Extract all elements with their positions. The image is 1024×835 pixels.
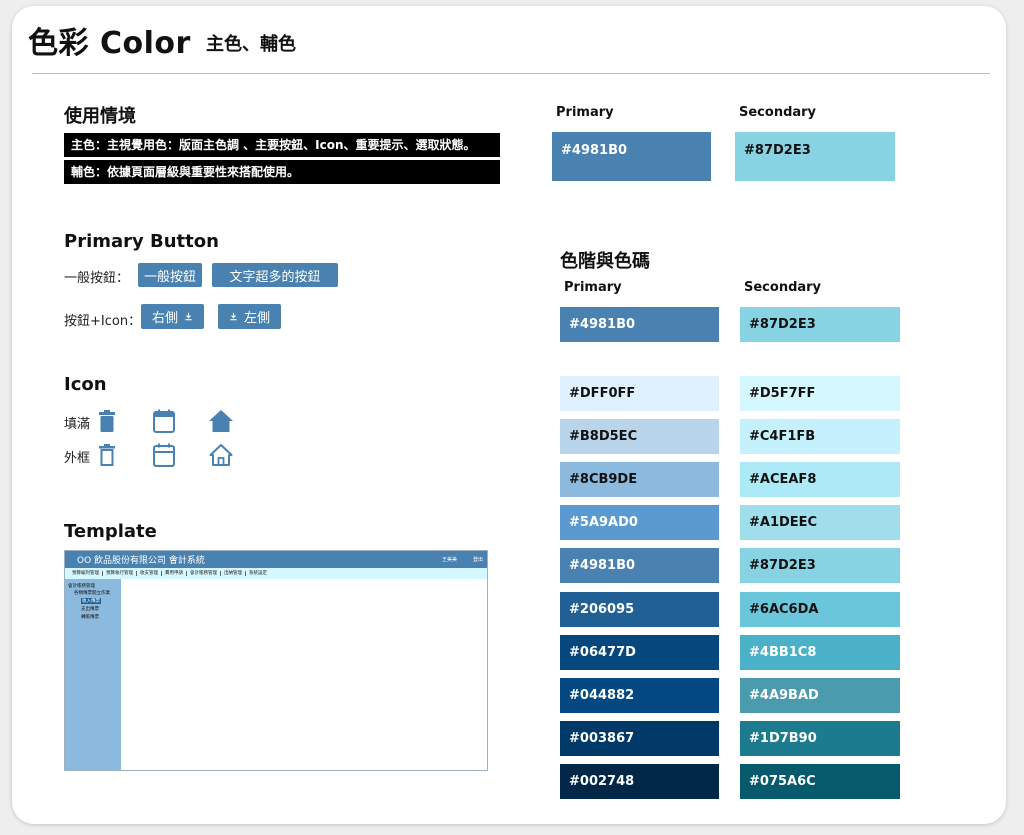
icon-button-label: 按鈕+Icon：: [64, 314, 142, 329]
download-right-button-text: 右側: [151, 311, 178, 326]
home-icon: [208, 409, 234, 433]
trash-icon: [97, 409, 117, 433]
calendar-icon: [152, 409, 176, 433]
page-subtitle: 主色、輔色: [206, 34, 296, 55]
usage-heading: 使用情境: [64, 106, 136, 127]
template-header-bar: OO 飲品股份有限公司 會計系統 王美美 登出: [65, 551, 487, 568]
primary-swatch: #206095: [560, 591, 719, 627]
secondary-swatch: #4A9BAD: [740, 677, 900, 713]
secondary-swatch: #6AC6DA: [740, 591, 900, 627]
filled-label: 填滿: [64, 417, 91, 432]
template-menu-bar: 預算編列管理 預算執行管理 收支管理 費用申請 會計帳務管理 出納管理 系統設定: [65, 568, 487, 579]
primary-swatch: #003867: [560, 720, 719, 756]
template-sidebar: 會計帳務管理 各類傳票開立作業 收入傳票 支出傳票 轉帳傳票: [65, 579, 121, 770]
template-menu-item: 費用申請: [162, 571, 187, 576]
normal-button-text: 一般按鈕: [143, 269, 196, 285]
trash-outline-icon: [97, 443, 117, 467]
download-icon: [184, 312, 193, 321]
main-primary-swatch: #4981B0: [552, 132, 711, 181]
secondary-swatch: #4BB1C8: [740, 634, 900, 670]
primary-swatch: #044882: [560, 677, 719, 713]
primary-button-heading: Primary Button: [64, 231, 219, 252]
template-logout: 登出: [472, 557, 483, 563]
template-menu-item: 收支管理: [137, 571, 162, 576]
download-icon: [229, 312, 238, 321]
primary-swatch: #B8D5EC: [560, 419, 719, 455]
scale-secondary-base-swatch: #87D2E3: [740, 307, 900, 342]
scale-secondary-label: Secondary: [744, 280, 822, 295]
primary-swatch: #DFF0FF: [560, 376, 719, 411]
secondary-swatch: #ACEAF8: [740, 462, 900, 498]
long-text-button[interactable]: 文字超多的按鈕: [212, 263, 338, 287]
normal-button-label: 一般按鈕：: [64, 271, 130, 286]
primary-swatch: #06477D: [560, 634, 719, 670]
template-menu-item: 系統設定: [249, 571, 267, 576]
template-tree-item: 轉帳傳票: [81, 615, 99, 620]
primary-swatch: #5A9AD0: [560, 505, 719, 541]
outline-label: 外框: [64, 451, 91, 466]
template-tree-item: 會計帳務管理: [68, 584, 95, 589]
template-tree-item-selected: 收入傳票: [81, 598, 101, 604]
icon-heading: Icon: [64, 374, 107, 395]
secondary-swatch: #87D2E3: [740, 548, 900, 584]
long-text-button-text: 文字超多的按鈕: [229, 269, 321, 285]
normal-button[interactable]: 一般按鈕: [138, 263, 202, 287]
template-menu-item: 會計帳務管理: [187, 571, 221, 576]
primary-swatch: #8CB9DE: [560, 462, 719, 498]
secondary-swatch: #C4F1FB: [740, 419, 900, 455]
template-menu-item: 出納管理: [221, 571, 246, 576]
template-heading: Template: [64, 521, 157, 542]
scale-primary-label: Primary: [564, 280, 622, 295]
template-preview: OO 飲品股份有限公司 會計系統 王美美 登出 預算編列管理 預算執行管理 收支…: [64, 550, 488, 771]
download-left-button[interactable]: 左側: [218, 304, 281, 329]
primary-swatch: #002748: [560, 763, 719, 799]
template-menu-item: 預算執行管理: [103, 571, 137, 576]
secondary-swatch: #075A6C: [740, 763, 900, 799]
template-menu-item: 預算編列管理: [69, 571, 103, 576]
primary-swatch: #4981B0: [560, 548, 719, 584]
usage-primary-text: 主色：主視覺用色：版面主色調 、主要按鈕、Icon、重要提示、選取狀態。: [64, 133, 500, 157]
title-divider: [32, 73, 990, 74]
main-secondary-swatch: #87D2E3: [735, 132, 895, 181]
template-tree-item: 支出傳票: [81, 607, 99, 612]
main-primary-label: Primary: [556, 105, 614, 120]
usage-secondary-text: 輔色：依據頁面層級與重要性來搭配使用。: [64, 160, 500, 184]
secondary-swatch: #A1DEEC: [740, 505, 900, 541]
download-left-button-text: 左側: [243, 311, 270, 326]
page-title: 色彩 Color: [28, 26, 191, 61]
scale-primary-base-swatch: #4981B0: [560, 307, 719, 342]
template-app-title: OO 飲品股份有限公司 會計系統: [77, 556, 205, 566]
scale-heading: 色階與色碼: [560, 251, 650, 272]
secondary-swatch: #D5F7FF: [740, 376, 900, 411]
template-tree-item: 各類傳票開立作業: [74, 591, 110, 596]
template-user: 王美美: [441, 557, 457, 563]
main-secondary-label: Secondary: [739, 105, 817, 120]
calendar-outline-icon: [152, 443, 176, 467]
home-outline-icon: [208, 443, 234, 467]
secondary-swatch: #1D7B90: [740, 720, 900, 756]
download-right-button[interactable]: 右側: [141, 304, 204, 329]
